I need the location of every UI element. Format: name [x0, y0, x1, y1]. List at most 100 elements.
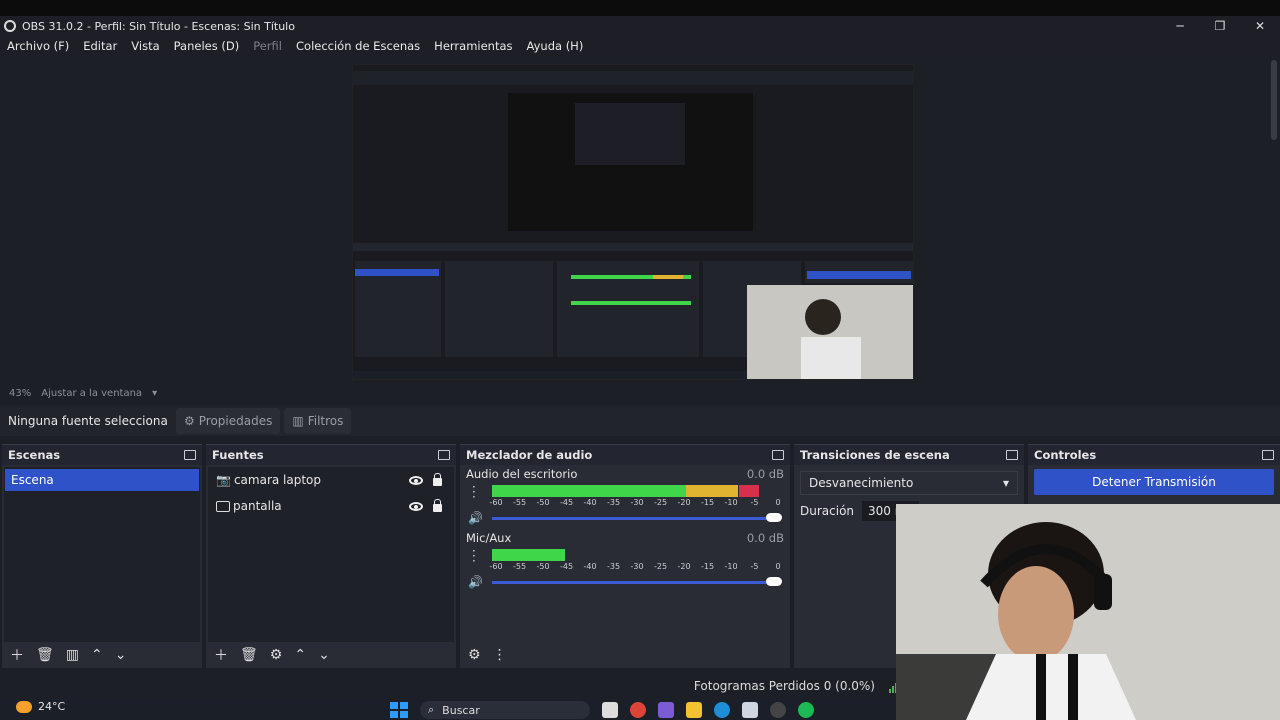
obs-logo-icon: [4, 20, 16, 32]
store-icon[interactable]: [742, 702, 758, 718]
meter-tick-label: -30: [630, 562, 644, 571]
scenes-list: Escena: [4, 467, 200, 642]
menu-editar[interactable]: Editar: [76, 39, 124, 53]
preview-canvas[interactable]: [352, 64, 914, 380]
filters-button[interactable]: ▥ Filtros: [284, 408, 352, 434]
folder-icon[interactable]: [686, 702, 702, 718]
meter-tick-label: -15: [700, 498, 715, 507]
properties-label: Propiedades: [198, 414, 273, 428]
meter-segment: [492, 555, 565, 561]
trash-icon[interactable]: 🗑: [240, 647, 258, 663]
spotify-icon[interactable]: [798, 702, 814, 718]
chevron-down-icon[interactable]: ⌄: [318, 647, 330, 663]
source-name: camara laptop: [233, 473, 322, 487]
meter-tick-label: 0: [775, 562, 781, 571]
no-source-label: Ninguna fuente selecciona: [8, 414, 168, 428]
add-icon[interactable]: ＋: [10, 645, 24, 665]
scene-item[interactable]: Escena: [5, 469, 199, 491]
properties-button[interactable]: ⚙ Propiedades: [176, 408, 281, 434]
gear-icon[interactable]: ⚙: [270, 647, 283, 663]
mixer-channels: Audio del escritorio 0.0 dB · · · -60 -55 -5…: [460, 467, 790, 595]
temperature: 24°C: [38, 700, 66, 713]
menu-archivo[interactable]: Archivo (F): [0, 39, 76, 53]
obs-taskbar-icon[interactable]: [770, 702, 786, 718]
visibility-eye-icon[interactable]: [409, 501, 423, 511]
volume-slider[interactable]: 🔊: [468, 575, 788, 589]
gear-icon[interactable]: ⚙: [468, 647, 481, 663]
scenes-dock: Escenas Escena ＋ 🗑 ▥ ⌃ ⌄: [2, 444, 202, 668]
meter-tick-label: -60: [489, 498, 503, 507]
controls-title: Controles: [1034, 448, 1097, 462]
filter-icon: ▥: [292, 414, 304, 428]
maximize-button[interactable]: ❐: [1200, 16, 1240, 36]
meter-tick-label: -60: [489, 562, 503, 571]
file-icon[interactable]: [602, 702, 618, 718]
weather-widget[interactable]: 24°C: [16, 700, 65, 713]
audio-mixer-dock: Mezclador de audio Audio del escritorio …: [460, 444, 790, 668]
recursive-preview-image: [353, 65, 913, 379]
filter-icon[interactable]: ▥: [66, 647, 79, 663]
menu-perfil[interactable]: Perfil: [246, 39, 289, 53]
source-name: pantalla: [233, 499, 282, 513]
undock-icon[interactable]: [1006, 450, 1018, 460]
undock-icon[interactable]: [438, 450, 450, 460]
preview-scrollbar[interactable]: [1268, 56, 1280, 386]
monitor-icon: [216, 500, 230, 512]
minimize-button[interactable]: ─: [1160, 16, 1200, 36]
meter-tick-label: -25: [653, 498, 668, 507]
mixer-title: Mezclador de audio: [466, 448, 593, 462]
zoom-mode-select[interactable]: Ajustar a la ventana: [41, 388, 142, 399]
stop-streaming-button[interactable]: Detener Transmisión: [1034, 469, 1274, 495]
meter-segment: [686, 491, 739, 497]
meter-tick-label: -40: [583, 562, 597, 571]
scenes-title: Escenas: [8, 448, 61, 462]
volume-meter: [492, 483, 782, 497]
meter-tick-label: -30: [630, 498, 644, 507]
windows-start-icon[interactable]: [390, 702, 408, 718]
menu-herramientas[interactable]: Herramientas: [427, 39, 519, 53]
duration-label: Duración: [800, 504, 855, 518]
menu-paneles[interactable]: Paneles (D): [167, 39, 247, 53]
transition-select[interactable]: Desvanecimiento ▾: [800, 471, 1018, 495]
meter-tick-label: -35: [606, 562, 621, 571]
kebab-menu-icon[interactable]: ⋮: [493, 647, 507, 663]
lock-icon[interactable]: [433, 498, 442, 512]
sources-dock: Fuentes 📷 camara laptop pantalla ＋ 🗑 ⚙ ⌃…: [206, 444, 456, 668]
chevron-up-icon[interactable]: ⌃: [294, 647, 306, 663]
chevron-down-icon[interactable]: ▾: [152, 388, 157, 399]
edge-icon[interactable]: [714, 702, 730, 718]
volume-meter: [492, 547, 782, 561]
meter-tick-label: -10: [724, 562, 738, 571]
taskbar-search[interactable]: ⌕ Buscar: [420, 701, 590, 719]
undock-icon[interactable]: [772, 450, 784, 460]
chrome-icon[interactable]: [630, 702, 646, 718]
add-icon[interactable]: ＋: [214, 645, 228, 665]
volume-slider[interactable]: 🔊: [468, 511, 788, 525]
menu-vista[interactable]: Vista: [124, 39, 166, 53]
kebab-menu-icon[interactable]: · · ·: [472, 545, 476, 567]
undock-icon[interactable]: [1262, 450, 1274, 460]
trash-icon[interactable]: 🗑: [36, 647, 54, 663]
menu-ayuda[interactable]: Ayuda (H): [520, 39, 591, 53]
speaker-icon[interactable]: 🔊: [468, 511, 483, 525]
copilot-icon[interactable]: [658, 702, 674, 718]
title-bar: OBS 31.0.2 - Perfil: Sin Título - Escena…: [0, 16, 1280, 36]
window-title: OBS 31.0.2 - Perfil: Sin Título - Escena…: [22, 19, 295, 33]
source-item[interactable]: 📷 camara laptop: [208, 467, 454, 493]
chevron-up-icon[interactable]: ⌃: [91, 647, 103, 663]
lock-icon[interactable]: [433, 472, 442, 486]
chevron-down-icon[interactable]: ⌄: [115, 647, 127, 663]
channel-name: Audio del escritorio: [466, 467, 578, 481]
channel-db: 0.0 dB: [746, 531, 784, 545]
visibility-eye-icon[interactable]: [409, 475, 423, 485]
meter-tick-label: -5: [750, 562, 759, 571]
menu-coleccion[interactable]: Colección de Escenas: [289, 39, 427, 53]
webcam-overlay: [896, 504, 1280, 720]
transition-value: Desvanecimiento: [809, 476, 914, 490]
kebab-menu-icon[interactable]: · · ·: [472, 481, 476, 503]
undock-icon[interactable]: [184, 450, 196, 460]
zoom-percent: 43%: [9, 387, 32, 399]
close-button[interactable]: ✕: [1240, 16, 1280, 36]
source-item[interactable]: pantalla: [208, 493, 454, 519]
speaker-icon[interactable]: 🔊: [468, 575, 483, 589]
